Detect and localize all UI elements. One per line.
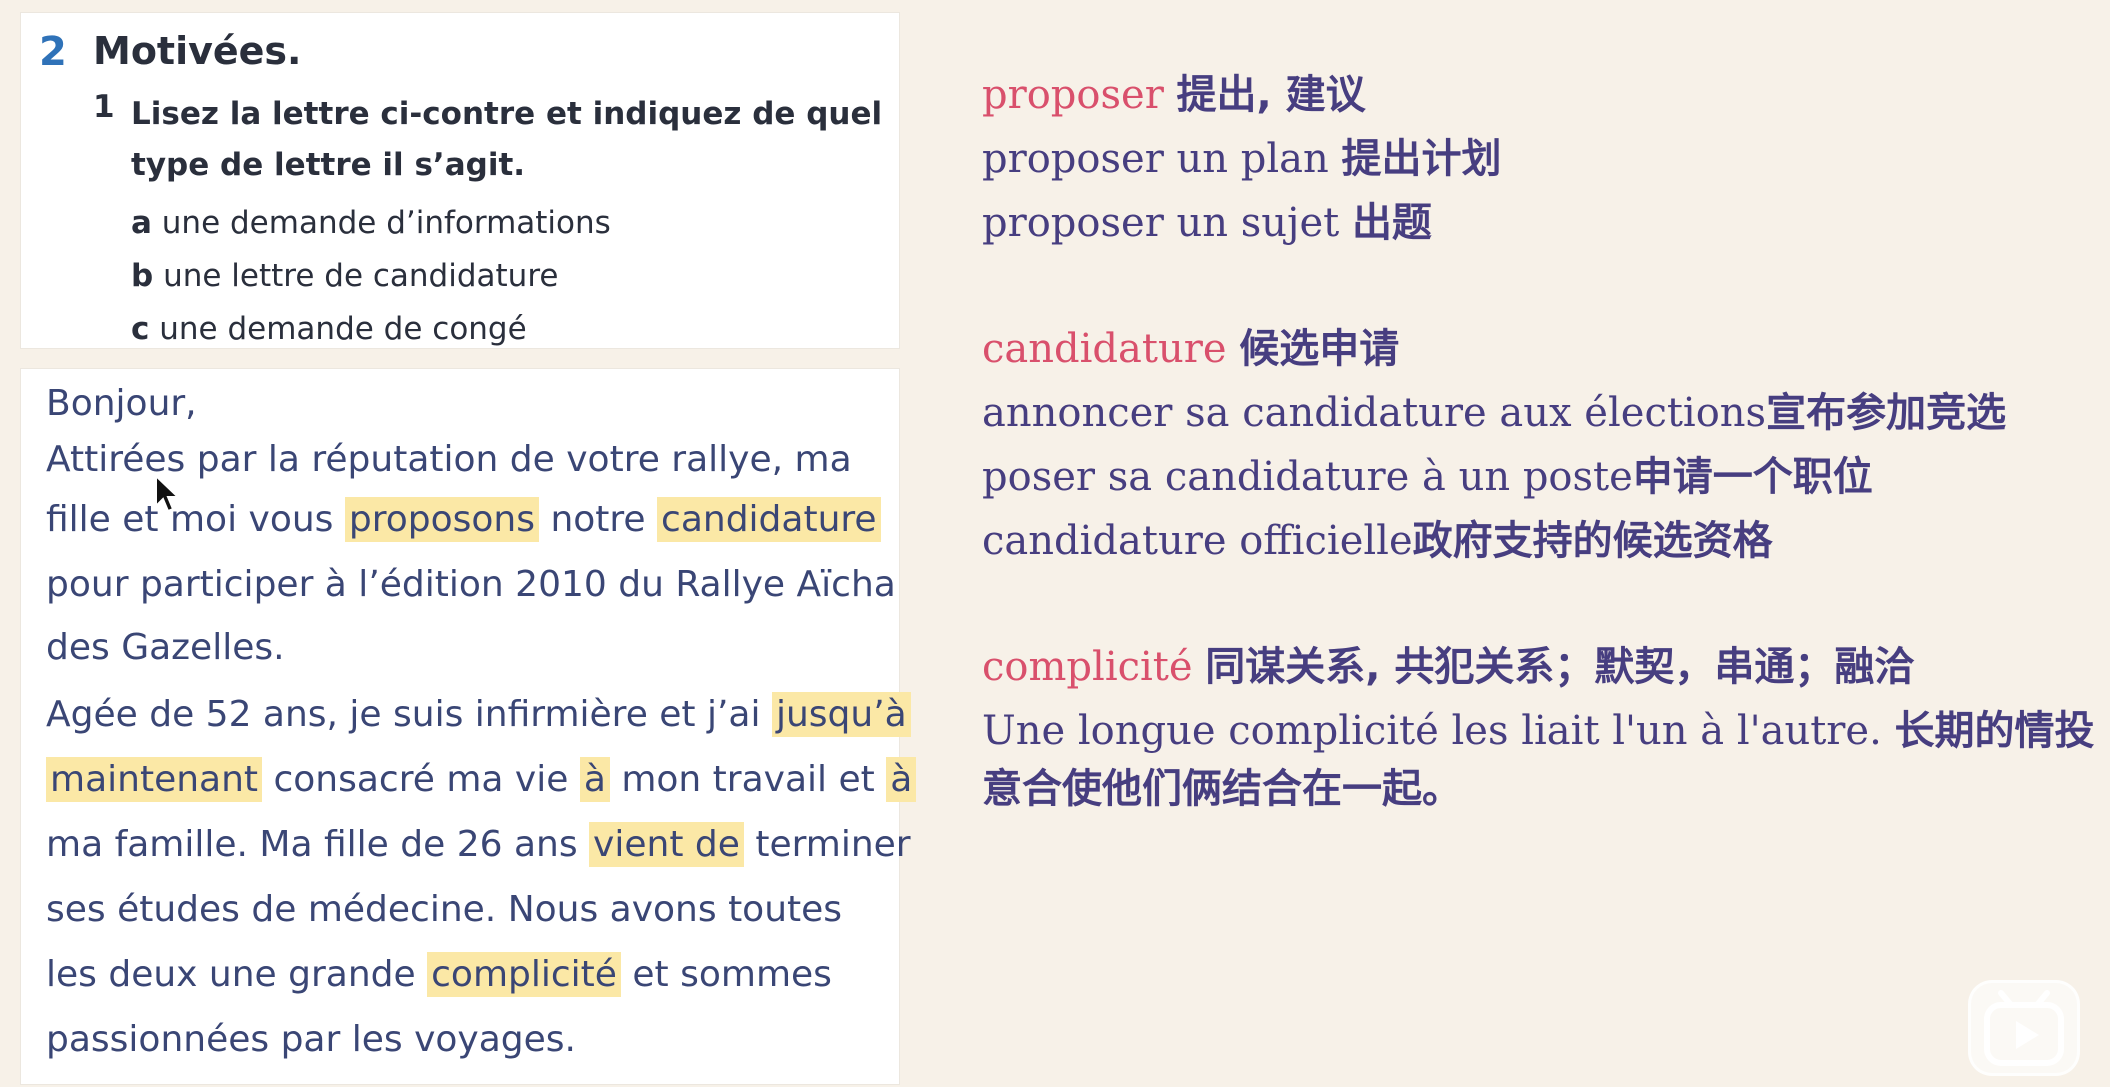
option-text: une lettre de candidature bbox=[163, 258, 559, 294]
example-zh: 提出计划 bbox=[1341, 136, 1502, 182]
option-letter: a bbox=[131, 205, 152, 241]
vocab-example: annoncer sa candidature aux élections宣布参… bbox=[982, 380, 2006, 438]
example-fr: proposer un sujet bbox=[982, 200, 1340, 246]
letter-line: ses études de médecine. Nous avons toute… bbox=[46, 889, 843, 930]
letter-line: Bonjour, bbox=[46, 383, 197, 424]
letter-text: et sommes bbox=[632, 954, 832, 995]
example-zh: 宣布参加竞选 bbox=[1766, 390, 2007, 436]
option-b: b une lettre de candidature bbox=[131, 258, 558, 294]
question-number: 1 bbox=[93, 89, 115, 125]
exercise-title: Motivées. bbox=[93, 29, 302, 73]
meaning: 同谋关系, 共犯关系；默契，串通；融洽 bbox=[1205, 644, 1915, 690]
option-c: c une demande de congé bbox=[131, 311, 527, 347]
example-zh: 政府支持的候选资格 bbox=[1412, 518, 1773, 564]
example-fr: poser sa candidature à un poste bbox=[982, 454, 1633, 500]
highlighted-word: maintenant bbox=[46, 757, 263, 802]
letter-text: fille et moi vous bbox=[46, 499, 334, 540]
option-letter: c bbox=[131, 311, 150, 347]
vocab-example: proposer un sujet 出题 bbox=[982, 190, 1432, 248]
example-fr: candidature officielle bbox=[982, 518, 1413, 564]
letter-text: notre bbox=[550, 499, 646, 540]
vocab-example: poser sa candidature à un poste申请一个职位 bbox=[982, 444, 1873, 502]
example-zh: 意合使他们俩结合在一起。 bbox=[982, 766, 1462, 812]
letter-card: Bonjour, Attirées par la réputation de v… bbox=[20, 368, 917, 1085]
exercise-card: ▮▮▯▮ ▮▮ 2 Motivées. 1 Lisez la lettre ci… bbox=[20, 12, 900, 349]
highlighted-word: à bbox=[579, 757, 610, 802]
letter-text: ma famille. Ma fille de 26 ans bbox=[46, 824, 578, 865]
highlighted-word: complicité bbox=[427, 952, 621, 997]
letter-text: Agée de 52 ans, je suis infirmière et j’… bbox=[46, 694, 761, 735]
highlighted-word: jusqu’à bbox=[771, 692, 911, 737]
play-icon bbox=[1984, 990, 2064, 1066]
letter-line: maintenant consacré ma vie à mon travail… bbox=[46, 757, 917, 802]
example-zh: 长期的情投 bbox=[1894, 708, 2095, 754]
highlighted-word: candidature bbox=[657, 497, 881, 542]
letter-text: consacré ma vie bbox=[273, 759, 569, 800]
example-zh: 出题 bbox=[1351, 200, 1432, 246]
question-text: Lisez la lettre ci-contre et indiquez de… bbox=[131, 96, 883, 183]
highlighted-word: proposons bbox=[344, 497, 539, 542]
highlighted-word: vient de bbox=[589, 822, 744, 867]
letter-text: mon travail et bbox=[621, 759, 875, 800]
vocab-example-continued: 意合使他们俩结合在一起。 bbox=[982, 756, 1462, 814]
example-fr: annoncer sa candidature aux élections bbox=[982, 390, 1767, 436]
highlighted-word: à bbox=[886, 757, 917, 802]
letter-line: ma famille. Ma fille de 26 ans vient de … bbox=[46, 822, 911, 867]
vocab-headword-line: proposer 提出, 建议 bbox=[982, 62, 1366, 120]
exercise-number: 2 bbox=[39, 29, 67, 75]
vocab-headword-line: candidature 候选申请 bbox=[982, 316, 1399, 374]
example-fr: proposer un plan bbox=[982, 136, 1329, 182]
cursor-arrow-icon bbox=[155, 474, 180, 513]
vocab-example: Une longue complicité les liait l'un à l… bbox=[982, 698, 2095, 756]
meaning: 提出, 建议 bbox=[1176, 72, 1366, 118]
example-fr: Une longue complicité les liait l'un à l… bbox=[982, 708, 1882, 754]
letter-line: des Gazelles. bbox=[46, 627, 285, 668]
letter-line: pour participer à l’édition 2010 du Rall… bbox=[46, 564, 896, 605]
example-zh: 申请一个职位 bbox=[1632, 454, 1873, 500]
letter-text: les deux une grande bbox=[46, 954, 416, 995]
vocab-example: candidature officielle政府支持的候选资格 bbox=[982, 508, 1773, 566]
letter-text: terminer bbox=[755, 824, 911, 865]
letter-line: Agée de 52 ans, je suis infirmière et j’… bbox=[46, 692, 911, 737]
letter-line: passionnées par les voyages. bbox=[46, 1019, 576, 1060]
option-letter: b bbox=[131, 258, 154, 294]
meaning: 候选申请 bbox=[1239, 326, 1400, 372]
vocab-example: proposer un plan 提出计划 bbox=[982, 126, 1502, 184]
headword: proposer bbox=[982, 72, 1164, 118]
option-a: a une demande d’informations bbox=[131, 205, 611, 241]
vocab-headword-line: complicité 同谋关系, 共犯关系；默契，串通；融洽 bbox=[982, 634, 1914, 692]
letter-line: les deux une grande complicité et sommes bbox=[46, 952, 896, 997]
option-text: une demande de congé bbox=[159, 311, 527, 347]
play-button[interactable] bbox=[1968, 980, 2080, 1076]
headword: candidature bbox=[982, 326, 1227, 372]
option-text: une demande d’informations bbox=[161, 205, 611, 241]
headword: complicité bbox=[982, 644, 1193, 690]
